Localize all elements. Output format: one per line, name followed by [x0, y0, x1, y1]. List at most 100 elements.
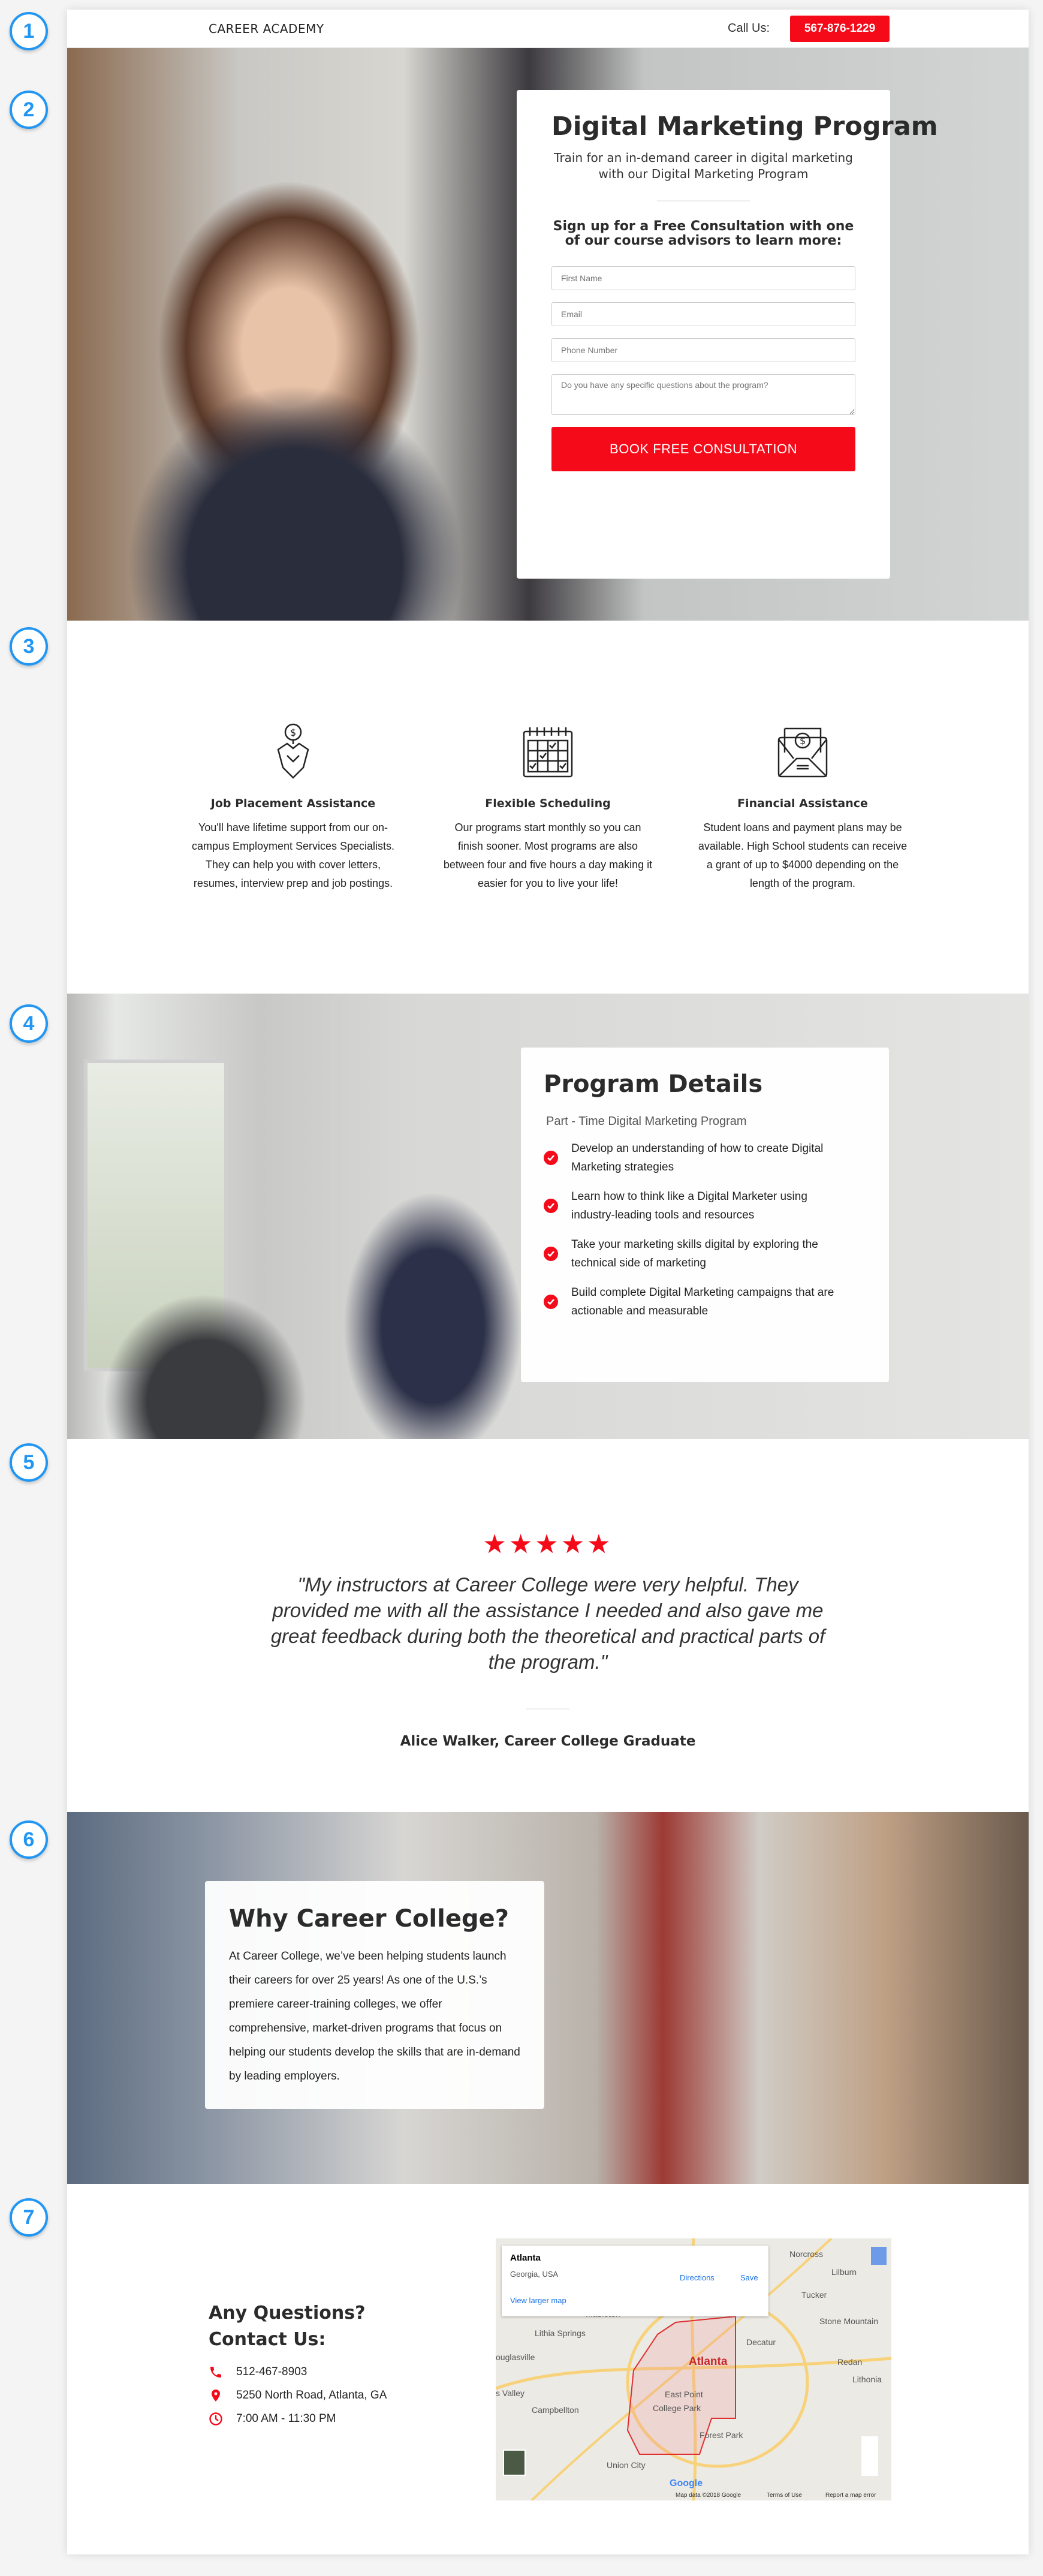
program-item-text: Take your marketing skills digital by ex…: [571, 1238, 818, 1269]
map-label: Forest Park: [700, 2430, 743, 2440]
map-save-link[interactable]: Save: [740, 2273, 758, 2282]
map-place-name: Atlanta: [510, 2253, 541, 2263]
contact-section: Any Questions? Contact Us: 512-467-8903 5…: [67, 2184, 1029, 2554]
book-consultation-button[interactable]: BOOK FREE CONSULTATION: [551, 427, 855, 471]
map-label: Stone Mountain: [819, 2316, 879, 2326]
program-title: Program Details: [544, 1070, 763, 1098]
divider: [657, 200, 750, 201]
contact-hours-text: 7:00 AM - 11:30 PM: [236, 2412, 336, 2425]
program-details-card: Program Details Part - Time Digital Mark…: [521, 1048, 889, 1382]
feature-text: Our programs start monthly so you can fi…: [443, 821, 653, 889]
program-type: Part - Time Digital Marketing Program: [546, 1115, 747, 1128]
divider: [526, 1708, 569, 1710]
testimonial-quote: "My instructors at Career College were v…: [270, 1573, 825, 1673]
form-heading: Sign up for a Free Consultation with one…: [553, 219, 854, 248]
call-us-label: Call Us:: [728, 22, 770, 35]
feature-text: You'll have lifetime support from our on…: [191, 821, 395, 889]
map-label: Union City: [607, 2460, 646, 2470]
map-place-region: Georgia, USA: [510, 2270, 559, 2279]
question-textarea[interactable]: [551, 374, 855, 415]
consultation-form: Digital Marketing Program Train for an i…: [517, 90, 938, 579]
annotation-marker-5: 5: [10, 1443, 48, 1482]
program-item: Take your marketing skills digital by ex…: [544, 1235, 866, 1272]
satellite-toggle[interactable]: [503, 2449, 526, 2476]
google-logo: Google: [670, 2478, 703, 2488]
why-title: Why Career College?: [229, 1905, 509, 1933]
annotation-marker-7: 7: [10, 2198, 48, 2237]
map-data-credit: Map data ©2018 Google: [676, 2492, 741, 2499]
envelope-dollar-icon: $: [777, 727, 828, 778]
map-label: Lithonia: [852, 2375, 882, 2384]
site-header: CAREER ACADEMY Call Us: 567-876-1229: [67, 10, 1029, 48]
map-pin-icon: [212, 2390, 220, 2402]
contact-phone-text[interactable]: 512-467-8903: [236, 2366, 307, 2379]
map-label: East Point: [665, 2390, 703, 2399]
phone-input[interactable]: [551, 338, 855, 362]
first-name-input[interactable]: [551, 266, 855, 290]
program-item: Learn how to think like a Digital Market…: [544, 1187, 866, 1224]
map-label: s Valley: [496, 2388, 524, 2398]
annotation-marker-2: 2: [10, 91, 48, 129]
contact-address-text: 5250 North Road, Atlanta, GA: [236, 2389, 387, 2402]
svg-text:$: $: [290, 727, 296, 738]
map-label: Lithia Springs: [535, 2328, 586, 2338]
hero-title: Digital Marketing Program: [551, 112, 938, 142]
check-circle-icon: [544, 1295, 558, 1309]
feature-text: Student loans and payment plans may be a…: [698, 821, 908, 889]
feature-title: Job Placement Assistance: [210, 797, 376, 810]
map-label: Tucker: [801, 2290, 827, 2300]
feature-title: Financial Assistance: [737, 797, 868, 810]
program-item: Develop an understanding of how to creat…: [544, 1139, 866, 1176]
annotation-marker-4: 4: [10, 1004, 48, 1043]
contact-title-line: Any Questions?: [209, 2303, 366, 2324]
map-label: Decatur: [746, 2337, 776, 2347]
feature-flexible-scheduling: Flexible Scheduling Our programs start m…: [443, 723, 653, 893]
testimonial-author: Alice Walker, Career College Graduate: [400, 1734, 696, 1749]
map-label: Campbellton: [532, 2405, 579, 2415]
check-circle-icon: [544, 1247, 558, 1261]
why-section: Why Career College? At Career College, w…: [67, 1812, 1029, 2184]
map-label: Norcross: [789, 2249, 824, 2259]
contact-title: Any Questions? Contact Us:: [209, 2300, 366, 2353]
program-item-text: Develop an understanding of how to creat…: [571, 1142, 824, 1173]
check-circle-icon: [544, 1199, 558, 1213]
terms-of-use-link[interactable]: Terms of Use: [767, 2492, 802, 2499]
calendar-icon: [523, 727, 573, 778]
map-directions-link[interactable]: Directions: [680, 2273, 715, 2282]
map-label: Atlanta: [689, 2355, 728, 2368]
map-label: College Park: [653, 2403, 701, 2413]
report-map-error-link[interactable]: Report a map error: [825, 2492, 876, 2499]
clock-icon: [209, 2412, 222, 2425]
email-input[interactable]: [551, 302, 855, 326]
annotation-marker-6: 6: [10, 1820, 48, 1859]
view-larger-map-link[interactable]: View larger map: [510, 2296, 566, 2305]
phone-button[interactable]: 567-876-1229: [790, 16, 890, 42]
feature-financial-assistance: $ Financial Assistance Student loans and…: [698, 723, 908, 893]
feature-title: Flexible Scheduling: [485, 797, 611, 810]
check-circle-icon: [544, 1151, 558, 1165]
program-details-section: Program Details Part - Time Digital Mark…: [67, 994, 1029, 1439]
map-label: Lilburn: [831, 2267, 857, 2277]
testimonial-section: ★★★★★ "My instructors at Career College …: [67, 1439, 1029, 1812]
contact-hours: 7:00 AM - 11:30 PM: [209, 2412, 336, 2426]
contact-address: 5250 North Road, Atlanta, GA: [209, 2388, 387, 2403]
zoom-controls[interactable]: [861, 2436, 878, 2476]
program-item: Build complete Digital Marketing campaig…: [544, 1283, 866, 1320]
contact-title-line: Contact Us:: [209, 2329, 326, 2350]
annotation-marker-3: 3: [10, 627, 48, 666]
phone-icon: [210, 2367, 221, 2378]
contact-phone: 512-467-8903: [209, 2365, 307, 2379]
street-view-pegman-icon[interactable]: [871, 2247, 887, 2265]
hero-section: Digital Marketing Program Train for an i…: [67, 48, 1029, 621]
annotation-marker-1: 1: [10, 12, 48, 50]
map-label: Redan: [837, 2357, 863, 2367]
star-rating: ★★★★★: [483, 1529, 613, 1560]
landing-page: CAREER ACADEMY Call Us: 567-876-1229 Dig…: [67, 10, 1029, 2554]
handshake-dollar-icon: $: [277, 723, 309, 779]
map-info-window: Atlanta Georgia, USA Directions Save Vie…: [502, 2246, 768, 2316]
map-label: ouglasville: [496, 2352, 535, 2362]
program-item-text: Learn how to think like a Digital Market…: [571, 1190, 807, 1221]
logo[interactable]: CAREER ACADEMY: [209, 22, 324, 36]
hero-subtitle: Train for an in-demand career in digital…: [554, 151, 853, 181]
google-map[interactable]: NorcrossLilburnTuckerMabletonLithia Spri…: [496, 2238, 891, 2500]
